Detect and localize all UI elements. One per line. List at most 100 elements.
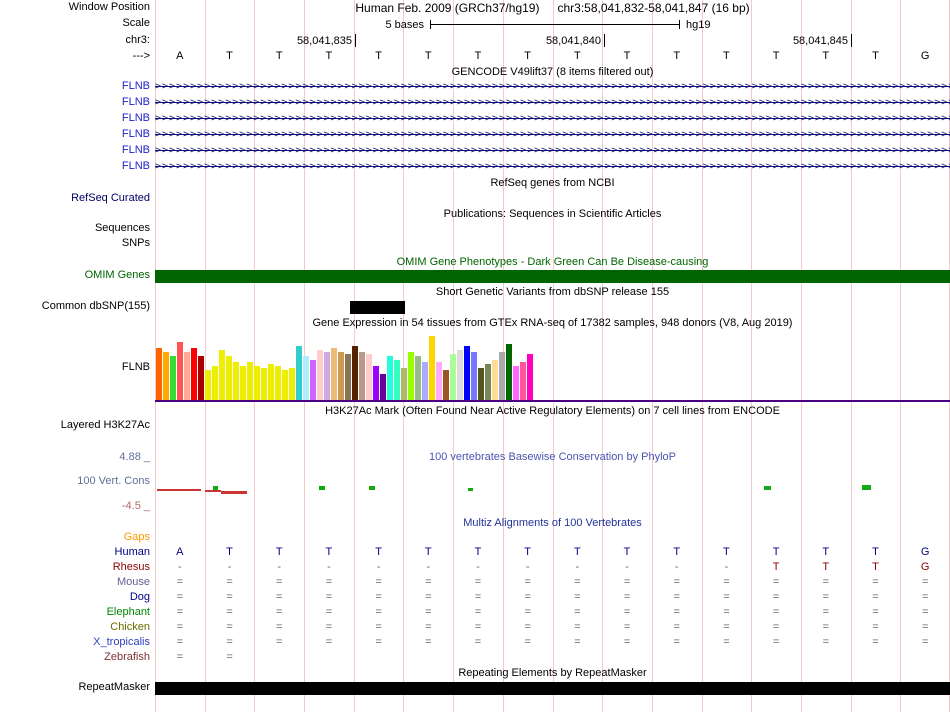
gtex-bar — [506, 344, 512, 400]
snps-label[interactable]: SNPs — [0, 237, 150, 250]
gene-label-flnb-1[interactable]: FLNB — [0, 80, 150, 93]
repeatmasker-bar[interactable] — [155, 682, 950, 695]
multiz-cell: T — [325, 546, 333, 558]
header-position-row: Human Feb. 2009 (GRCh37/hg19) chr3:58,04… — [155, 2, 950, 15]
base-letter: T — [226, 50, 233, 62]
multiz-cell: = — [822, 606, 829, 618]
species-label-zebrafish[interactable]: Zebrafish — [0, 651, 150, 664]
scale-label: Scale — [122, 17, 150, 29]
multiz-cell: = — [325, 636, 333, 648]
gene-label-flnb-6[interactable]: FLNB — [0, 160, 150, 173]
common-dbsnp-label[interactable]: Common dbSNP(155) — [0, 300, 150, 313]
gene-label-flnb-5[interactable]: FLNB — [0, 144, 150, 157]
phylop-title[interactable]: 100 vertebrates Basewise Conservation by… — [155, 451, 950, 464]
gene-label-flnb-2[interactable]: FLNB — [0, 96, 150, 109]
species-label-x_tropicalis[interactable]: X_tropicalis — [0, 636, 150, 649]
sequences-label[interactable]: Sequences — [0, 222, 150, 235]
gene-transcript-row: >>>>>>>>>>>>>>>>>>>>>>>>>>>>>>>>>>>>>>>>… — [155, 129, 950, 141]
chrom-label: chr3: — [125, 34, 150, 46]
gtex-baseline — [155, 400, 950, 402]
gtex-bar — [527, 354, 533, 400]
base-letter: T — [424, 50, 432, 62]
multiz-cell: = — [425, 576, 432, 588]
phylop-mark — [157, 489, 201, 491]
multiz-cell: = — [474, 576, 482, 588]
layered-h3k27ac-label[interactable]: Layered H3K27Ac — [0, 419, 150, 432]
multiz-cell: = — [425, 621, 432, 633]
multiz-cell: = — [325, 591, 333, 603]
species-label-mouse[interactable]: Mouse — [0, 576, 150, 589]
multiz-cell: = — [276, 591, 283, 603]
assembly-short-label: hg19 — [686, 19, 711, 31]
multiz-title[interactable]: Multiz Alignments of 100 Vertebrates — [155, 517, 950, 530]
species-label-dog[interactable]: Dog — [0, 591, 150, 604]
multiz-cell: = — [623, 606, 631, 618]
omim-genes-label[interactable]: OMIM Genes — [0, 269, 150, 282]
multiz-cell: = — [325, 621, 333, 633]
multiz-cell: T — [573, 546, 581, 558]
publications-title[interactable]: Publications: Sequences in Scientific Ar… — [155, 208, 950, 221]
multiz-cell: = — [276, 606, 283, 618]
multiz-cell: = — [176, 576, 184, 588]
multiz-cell: = — [425, 636, 432, 648]
phylop-mark — [764, 486, 771, 490]
gene-label-flnb-3[interactable]: FLNB — [0, 112, 150, 125]
gene-label-flnb-4[interactable]: FLNB — [0, 128, 150, 141]
multiz-cell: = — [176, 651, 184, 663]
dbsnp-variant-bar[interactable] — [350, 301, 405, 314]
multiz-cell: = — [921, 621, 929, 633]
gtex-bar — [240, 366, 246, 400]
gtex-bar — [331, 348, 337, 400]
repeatmasker-title[interactable]: Repeating Elements by RepeatMasker — [155, 667, 950, 680]
gtex-bar — [156, 348, 162, 400]
multiz-cell: - — [327, 561, 331, 573]
multiz-cell: = — [375, 636, 382, 648]
refseq-title[interactable]: RefSeq genes from NCBI — [155, 177, 950, 190]
ruler-tick-label: 58,041,840 — [545, 35, 601, 47]
gtex-bar — [380, 374, 386, 400]
refseq-curated-label[interactable]: RefSeq Curated — [0, 192, 150, 205]
gencode-title[interactable]: GENCODE V49lift37 (8 items filtered out) — [155, 66, 950, 79]
multiz-cell: = — [425, 591, 432, 603]
gtex-bar — [170, 356, 176, 400]
multiz-cell: - — [178, 561, 182, 573]
gtex-bar — [366, 354, 372, 400]
gtex-bar — [310, 360, 316, 400]
omim-genes-bar[interactable] — [155, 270, 950, 283]
gtex-bar — [233, 362, 239, 400]
gtex-gene-label[interactable]: FLNB — [0, 361, 150, 374]
phylop-mark — [468, 488, 473, 491]
gtex-bar — [492, 360, 498, 400]
multiz-cell: G — [920, 546, 930, 558]
multiz-cell: = — [673, 606, 680, 618]
vert-cons-label[interactable]: 100 Vert. Cons — [0, 475, 150, 488]
phylop-mark — [319, 486, 325, 490]
gtex-title[interactable]: Gene Expression in 54 tissues from GTEx … — [155, 317, 950, 330]
assembly-name: Human Feb. 2009 (GRCh37/hg19) — [355, 1, 540, 15]
species-label-gaps[interactable]: Gaps — [0, 531, 150, 544]
h3k27ac-title[interactable]: H3K27Ac Mark (Often Found Near Active Re… — [155, 405, 950, 418]
multiz-cell: = — [872, 591, 879, 603]
species-label-elephant[interactable]: Elephant — [0, 606, 150, 619]
multiz-cell: = — [822, 621, 829, 633]
gtex-bar — [359, 352, 365, 400]
multiz-cell: T — [673, 546, 681, 558]
omim-title[interactable]: OMIM Gene Phenotypes - Dark Green Can Be… — [155, 256, 950, 269]
species-label-chicken[interactable]: Chicken — [0, 621, 150, 634]
multiz-cell: T — [474, 546, 482, 558]
multiz-cell: T — [872, 546, 879, 558]
dbsnp-title[interactable]: Short Genetic Variants from dbSNP releas… — [155, 286, 950, 299]
multiz-cell: = — [226, 636, 233, 648]
multiz-cell: = — [723, 621, 730, 633]
species-label-rhesus[interactable]: Rhesus — [0, 561, 150, 574]
multiz-cell: = — [623, 576, 631, 588]
base-letter: T — [474, 50, 482, 62]
gtex-bar — [471, 352, 477, 400]
multiz-cell: - — [575, 561, 580, 573]
gtex-expression-chart[interactable] — [156, 336, 536, 400]
species-label-human[interactable]: Human — [0, 546, 150, 559]
multiz-cell: T — [524, 546, 532, 558]
repeatmasker-label[interactable]: RepeatMasker — [0, 681, 150, 694]
gtex-bar — [212, 366, 218, 400]
gtex-bar — [163, 352, 169, 400]
